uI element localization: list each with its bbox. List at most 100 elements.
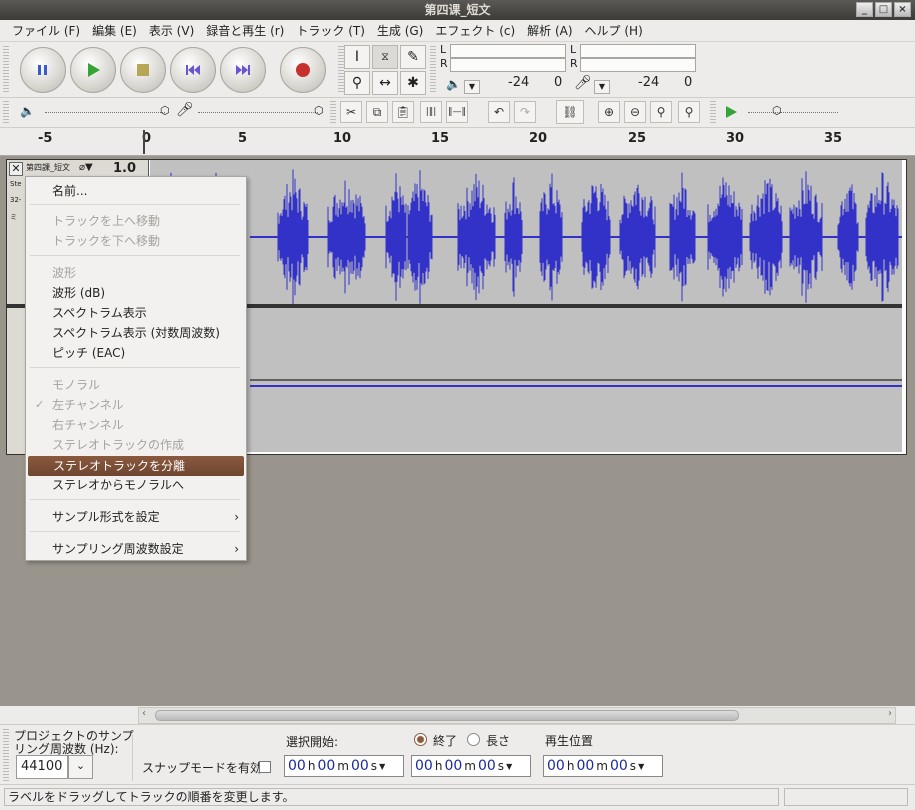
menu-item-waveform-db[interactable]: 波形 (dB) bbox=[27, 283, 245, 303]
maximize-button[interactable]: □ bbox=[875, 2, 892, 17]
speaker-icon: 🔈 bbox=[446, 77, 461, 91]
chevron-right-icon: › bbox=[234, 542, 239, 556]
menu-effect[interactable]: エフェクト (c) bbox=[429, 20, 521, 41]
undo-button[interactable]: ↶ bbox=[488, 101, 510, 123]
slider-thumb-icon[interactable]: ⬡ bbox=[772, 104, 782, 117]
redo-button[interactable]: ↷ bbox=[514, 101, 536, 123]
scroll-left-icon[interactable]: ‹ bbox=[142, 708, 146, 719]
paste-button[interactable]: 📋︎ bbox=[392, 101, 414, 123]
edit-toolbar: 🔈 ⬡ 🎤︎ ⬡ ✂ ⧉ 📋︎ |‖| ‖—‖ ↶ ↷ ⛓ ⊕ ⊖ ⚲ ⚲ ⬡ bbox=[0, 98, 915, 128]
end-radio[interactable] bbox=[414, 733, 427, 746]
play-at-speed-button[interactable] bbox=[720, 101, 742, 123]
menu-tracks[interactable]: トラック (T) bbox=[290, 20, 371, 41]
toolbar-grip[interactable] bbox=[3, 101, 9, 125]
rec-meter-menu[interactable]: ▼ bbox=[594, 80, 610, 94]
minimize-button[interactable]: _ bbox=[856, 2, 873, 17]
sync-lock-button[interactable]: ⛓ bbox=[556, 100, 584, 124]
rec-meter-left-label: L bbox=[570, 43, 577, 56]
playback-volume-slider[interactable] bbox=[45, 112, 165, 113]
slider-thumb-icon[interactable]: ⬡ bbox=[160, 104, 170, 117]
skip-start-icon bbox=[186, 65, 200, 75]
play-head-marker bbox=[143, 130, 149, 154]
audio-position-time[interactable]: 00 h 00 m 00 s ▼ bbox=[543, 755, 663, 777]
play-speed-slider[interactable] bbox=[748, 112, 838, 113]
selection-tool[interactable]: I bbox=[344, 45, 370, 69]
menu-edit[interactable]: 編集 (E) bbox=[86, 20, 143, 41]
chevron-right-icon: › bbox=[234, 510, 239, 524]
status-text: ラベルをドラッグしてトラックの順番を変更します。 bbox=[4, 788, 779, 806]
menu-item-right-channel[interactable]: 右チャンネル bbox=[27, 415, 245, 435]
track-menu-arrow-icon[interactable]: ⌀▼ bbox=[79, 162, 93, 173]
menu-item-name[interactable]: 名前... bbox=[27, 181, 245, 201]
waveform-left-channel[interactable] bbox=[150, 160, 902, 305]
track-name-button[interactable]: 第四課_短文 bbox=[26, 162, 70, 173]
toolbar-grip[interactable] bbox=[710, 101, 716, 125]
menu-file[interactable]: ファイル (F) bbox=[6, 20, 86, 41]
copy-button[interactable]: ⧉ bbox=[366, 101, 388, 123]
slider-thumb-icon[interactable]: ⬡ bbox=[314, 104, 324, 117]
menu-item-stereo-to-mono[interactable]: ステレオからモノラルへ bbox=[27, 475, 245, 495]
fit-project-button[interactable]: ⚲ bbox=[678, 101, 700, 123]
menu-item-mono[interactable]: モノラル bbox=[27, 375, 245, 395]
envelope-tool[interactable]: ⧖ bbox=[372, 45, 398, 69]
rate-dropdown-button[interactable]: ⌄ bbox=[68, 755, 93, 779]
menu-analyze[interactable]: 解析 (A) bbox=[521, 20, 578, 41]
waveform-right-channel[interactable] bbox=[150, 308, 902, 452]
play-button[interactable] bbox=[70, 47, 116, 93]
menu-item-pitch[interactable]: ピッチ (EAC) bbox=[27, 343, 245, 363]
selection-end-time[interactable]: 00 h 00 m 00 s ▼ bbox=[411, 755, 531, 777]
cut-button[interactable]: ✂ bbox=[340, 101, 362, 123]
menu-item-sample-rate[interactable]: サンプリング周波数設定 › bbox=[27, 539, 245, 559]
record-button[interactable] bbox=[280, 47, 326, 93]
time-format-arrow-icon[interactable]: ▼ bbox=[638, 762, 644, 771]
menu-transport[interactable]: 録音と再生 (r) bbox=[200, 20, 290, 41]
skip-end-button[interactable] bbox=[220, 47, 266, 93]
menu-help[interactable]: ヘルプ (H) bbox=[579, 20, 649, 41]
close-button[interactable]: × bbox=[894, 2, 911, 17]
scroll-right-icon[interactable]: › bbox=[888, 708, 892, 719]
multi-tool[interactable]: ✱ bbox=[400, 71, 426, 95]
timeline-ruler[interactable]: -5 0 5 10 15 20 25 30 35 bbox=[0, 128, 915, 156]
zoom-tool[interactable]: ⚲ bbox=[344, 71, 370, 95]
horizontal-scrollbar[interactable]: ‹ › bbox=[138, 707, 896, 724]
stop-button[interactable] bbox=[120, 47, 166, 93]
draw-tool[interactable]: ✎ bbox=[400, 45, 426, 69]
silence-button[interactable]: ‖—‖ bbox=[446, 101, 468, 123]
track-info-format: 32- bbox=[10, 196, 22, 204]
time-format-arrow-icon[interactable]: ▼ bbox=[506, 762, 512, 771]
menu-item-spectrum[interactable]: スペクトラム表示 bbox=[27, 303, 245, 323]
window-title: 第四课_短文 bbox=[424, 3, 491, 17]
toolbar-grip[interactable] bbox=[330, 101, 336, 125]
time-format-arrow-icon[interactable]: ▼ bbox=[379, 762, 385, 771]
skip-start-button[interactable] bbox=[170, 47, 216, 93]
seconds-unit: s bbox=[629, 759, 637, 773]
menu-generate[interactable]: 生成 (G) bbox=[371, 20, 429, 41]
record-volume-slider[interactable] bbox=[198, 112, 318, 113]
toolbar-grip[interactable] bbox=[430, 46, 436, 94]
menu-item-spectrum-log[interactable]: スペクトラム表示 (対数周波数) bbox=[27, 323, 245, 343]
track-close-button[interactable]: ✕ bbox=[9, 162, 23, 176]
ruler-label: 15 bbox=[431, 131, 450, 146]
menu-item-make-stereo[interactable]: ステレオトラックの作成 bbox=[27, 435, 245, 455]
menu-item-sample-format[interactable]: サンプル形式を設定 › bbox=[27, 507, 245, 527]
menu-item-left-channel[interactable]: 左チャンネル bbox=[27, 395, 245, 415]
fit-selection-button[interactable]: ⚲ bbox=[650, 101, 672, 123]
play-meter-menu[interactable]: ▼ bbox=[464, 80, 480, 94]
scrollbar-thumb[interactable] bbox=[155, 710, 739, 721]
menu-item-move-down[interactable]: トラックを下へ移動 bbox=[27, 231, 245, 251]
menu-item-move-up[interactable]: トラックを上へ移動 bbox=[27, 211, 245, 231]
toolbar-grip[interactable] bbox=[3, 46, 9, 94]
menu-item-waveform[interactable]: 波形 bbox=[27, 263, 245, 283]
menu-item-split-stereo[interactable]: ステレオトラックを分離 bbox=[28, 456, 244, 476]
length-radio[interactable] bbox=[467, 733, 480, 746]
timeshift-tool[interactable]: ↔ bbox=[372, 71, 398, 95]
selection-start-time[interactable]: 00 h 00 m 00 s ▼ bbox=[284, 755, 404, 777]
snap-checkbox[interactable] bbox=[259, 761, 271, 773]
zoom-out-button[interactable]: ⊖ bbox=[624, 101, 646, 123]
trim-button[interactable]: |‖| bbox=[420, 101, 442, 123]
toolbar-grip[interactable] bbox=[3, 729, 9, 781]
zoom-in-button[interactable]: ⊕ bbox=[598, 101, 620, 123]
menu-view[interactable]: 表示 (V) bbox=[143, 20, 200, 41]
pause-button[interactable] bbox=[20, 47, 66, 93]
project-rate-input[interactable]: 44100 bbox=[16, 755, 68, 779]
